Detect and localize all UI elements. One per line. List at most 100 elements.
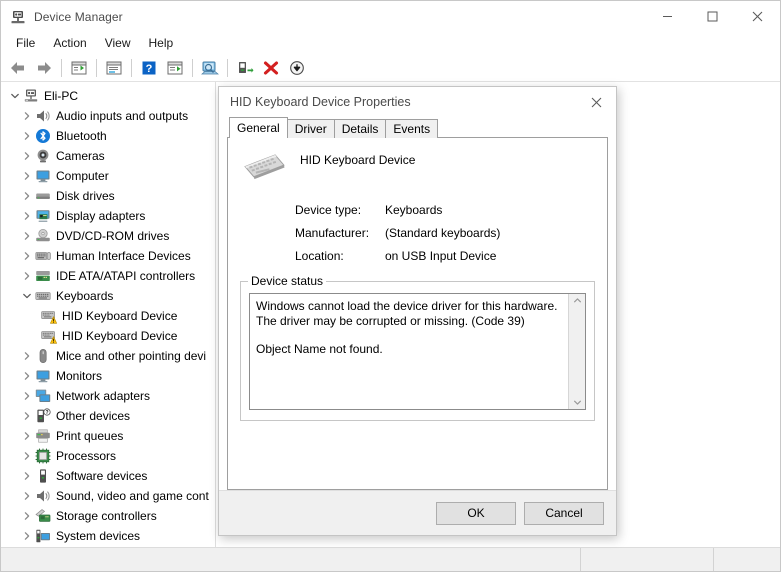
close-button[interactable] <box>735 1 780 32</box>
tree-node-universal-serial-bus-controllers[interactable]: Universal Serial Bus controlle <box>1 546 215 547</box>
tree-node-ide-ata-atapi-controllers[interactable]: IDE ATA/ATAPI controllers <box>1 266 215 286</box>
disable-device-icon[interactable] <box>258 56 284 80</box>
chevron-right-icon[interactable] <box>19 268 35 284</box>
window-controls <box>645 1 780 32</box>
storage-controller-icon <box>35 508 51 524</box>
device-status-paragraph: Object Name not found. <box>256 342 383 356</box>
update-driver-icon[interactable] <box>197 56 223 80</box>
tree-node-network-adapters[interactable]: Network adapters <box>1 386 215 406</box>
other-device-icon: ? <box>35 408 51 424</box>
tree-node-hid-keyboard-device[interactable]: HID Keyboard Device <box>1 326 215 346</box>
tree-node-software-devices[interactable]: Software devices <box>1 466 215 486</box>
processor-icon <box>35 448 51 464</box>
device-status-textbox[interactable]: Windows cannot load the device driver fo… <box>249 293 586 410</box>
tree-node-dvd-cd-rom-drives[interactable]: DVD/CD-ROM drives <box>1 226 215 246</box>
tree-node-root[interactable]: Eli-PC <box>1 86 215 106</box>
chevron-right-icon[interactable] <box>19 468 35 484</box>
chevron-right-icon[interactable] <box>19 148 35 164</box>
properties-icon[interactable] <box>101 56 127 80</box>
display-adapter-icon <box>35 208 51 224</box>
tab-panel-general: HID Keyboard Device Device type: Keyboar… <box>227 137 608 490</box>
show-hide-console-tree-icon[interactable] <box>66 56 92 80</box>
tree-node-label: Other devices <box>56 409 131 423</box>
tree-node-cameras[interactable]: Cameras <box>1 146 215 166</box>
tree-node-print-queues[interactable]: Print queues <box>1 426 215 446</box>
dialog-title-bar[interactable]: HID Keyboard Device Properties <box>219 87 616 117</box>
tree-node-monitors[interactable]: Monitors <box>1 366 215 386</box>
chevron-right-icon[interactable] <box>19 208 35 224</box>
tree-node-sound-video-and-game-controllers[interactable]: Sound, video and game cont <box>1 486 215 506</box>
svg-text:?: ? <box>45 410 48 416</box>
device-status-scrollbar[interactable] <box>568 294 585 409</box>
chevron-down-icon[interactable] <box>573 398 582 407</box>
menu-item-view[interactable]: View <box>96 34 140 52</box>
enable-device-icon[interactable] <box>284 56 310 80</box>
toolbar-separator <box>61 58 62 77</box>
tree-node-human-interface-devices[interactable]: Human Interface Devices <box>1 246 215 266</box>
tab-details[interactable]: Details <box>333 119 387 138</box>
tree-node-label: Mice and other pointing devi <box>56 349 207 363</box>
chevron-right-icon[interactable] <box>19 168 35 184</box>
menu-item-file[interactable]: File <box>7 34 44 52</box>
tree-node-computer[interactable]: Computer <box>1 166 215 186</box>
tree-node-keyboards[interactable]: Keyboards <box>1 286 215 306</box>
maximize-button[interactable] <box>690 1 735 32</box>
chevron-right-icon[interactable] <box>19 428 35 444</box>
chevron-right-icon[interactable] <box>19 348 35 364</box>
chevron-up-icon[interactable] <box>573 296 582 305</box>
tree-node-label: DVD/CD-ROM drives <box>56 229 170 243</box>
tab-general[interactable]: General <box>229 117 288 138</box>
chevron-right-icon[interactable] <box>19 128 35 144</box>
tree-node-bluetooth[interactable]: Bluetooth <box>1 126 215 146</box>
tree-node-display-adapters[interactable]: Display adapters <box>1 206 215 226</box>
property-value: Keyboards <box>385 202 443 217</box>
tree-node-audio-inputs-and-outputs[interactable]: Audio inputs and outputs <box>1 106 215 126</box>
ok-button[interactable]: OK <box>436 501 516 525</box>
bluetooth-icon <box>35 128 51 144</box>
chevron-right-icon[interactable] <box>19 408 35 424</box>
tree-node-other-devices[interactable]: ? Other devices <box>1 406 215 426</box>
tab-events[interactable]: Events <box>385 119 439 138</box>
chevron-right-icon[interactable] <box>19 388 35 404</box>
property-row-device-type: Device type: Keyboards <box>295 198 595 221</box>
uninstall-device-icon[interactable] <box>232 56 258 80</box>
property-value: (Standard keyboards) <box>385 225 501 240</box>
computer-node-icon <box>23 88 39 104</box>
chevron-down-icon[interactable] <box>19 288 35 304</box>
chevron-right-icon[interactable] <box>19 188 35 204</box>
help-icon[interactable]: ? <box>136 56 162 80</box>
cancel-button[interactable]: Cancel <box>524 501 604 525</box>
property-value: on USB Input Device <box>385 248 497 263</box>
tree-node-system-devices[interactable]: System devices <box>1 526 215 546</box>
chevron-right-icon[interactable] <box>19 528 35 544</box>
device-tree[interactable]: Eli-PC Audio inputs and outputs Bluetoot… <box>1 82 215 547</box>
chevron-right-icon[interactable] <box>19 368 35 384</box>
menu-item-help[interactable]: Help <box>140 34 183 52</box>
tree-node-hid-keyboard-device[interactable]: HID Keyboard Device <box>1 306 215 326</box>
minimize-button[interactable] <box>645 1 690 32</box>
dialog-close-button[interactable] <box>576 87 616 117</box>
menu-item-action[interactable]: Action <box>44 34 95 52</box>
chevron-right-icon[interactable] <box>19 448 35 464</box>
property-label: Manufacturer: <box>295 225 370 240</box>
tree-node-storage-controllers[interactable]: Storage controllers <box>1 506 215 526</box>
scan-for-hardware-changes-icon[interactable] <box>162 56 188 80</box>
forward-icon[interactable] <box>31 56 57 80</box>
chevron-right-icon[interactable] <box>19 508 35 524</box>
tree-node-mice-and-other-pointing-devices[interactable]: Mice and other pointing devi <box>1 346 215 366</box>
tree-node-processors[interactable]: Processors <box>1 446 215 466</box>
back-icon[interactable] <box>5 56 31 80</box>
chevron-right-icon[interactable] <box>19 108 35 124</box>
chevron-right-icon[interactable] <box>19 228 35 244</box>
window-title: Device Manager <box>34 9 123 24</box>
chevron-right-icon[interactable] <box>19 488 35 504</box>
device-status-label: Device status <box>248 274 327 288</box>
tree-node-label: Network adapters <box>56 389 151 403</box>
chevron-right-icon[interactable] <box>19 248 35 264</box>
tree-node-disk-drives[interactable]: Disk drives <box>1 186 215 206</box>
tab-driver[interactable]: Driver <box>286 119 335 138</box>
title-bar[interactable]: Device Manager <box>1 1 780 32</box>
tree-node-label: Cameras <box>56 149 105 163</box>
monitor-icon <box>35 168 51 184</box>
chevron-down-icon[interactable] <box>7 88 23 104</box>
